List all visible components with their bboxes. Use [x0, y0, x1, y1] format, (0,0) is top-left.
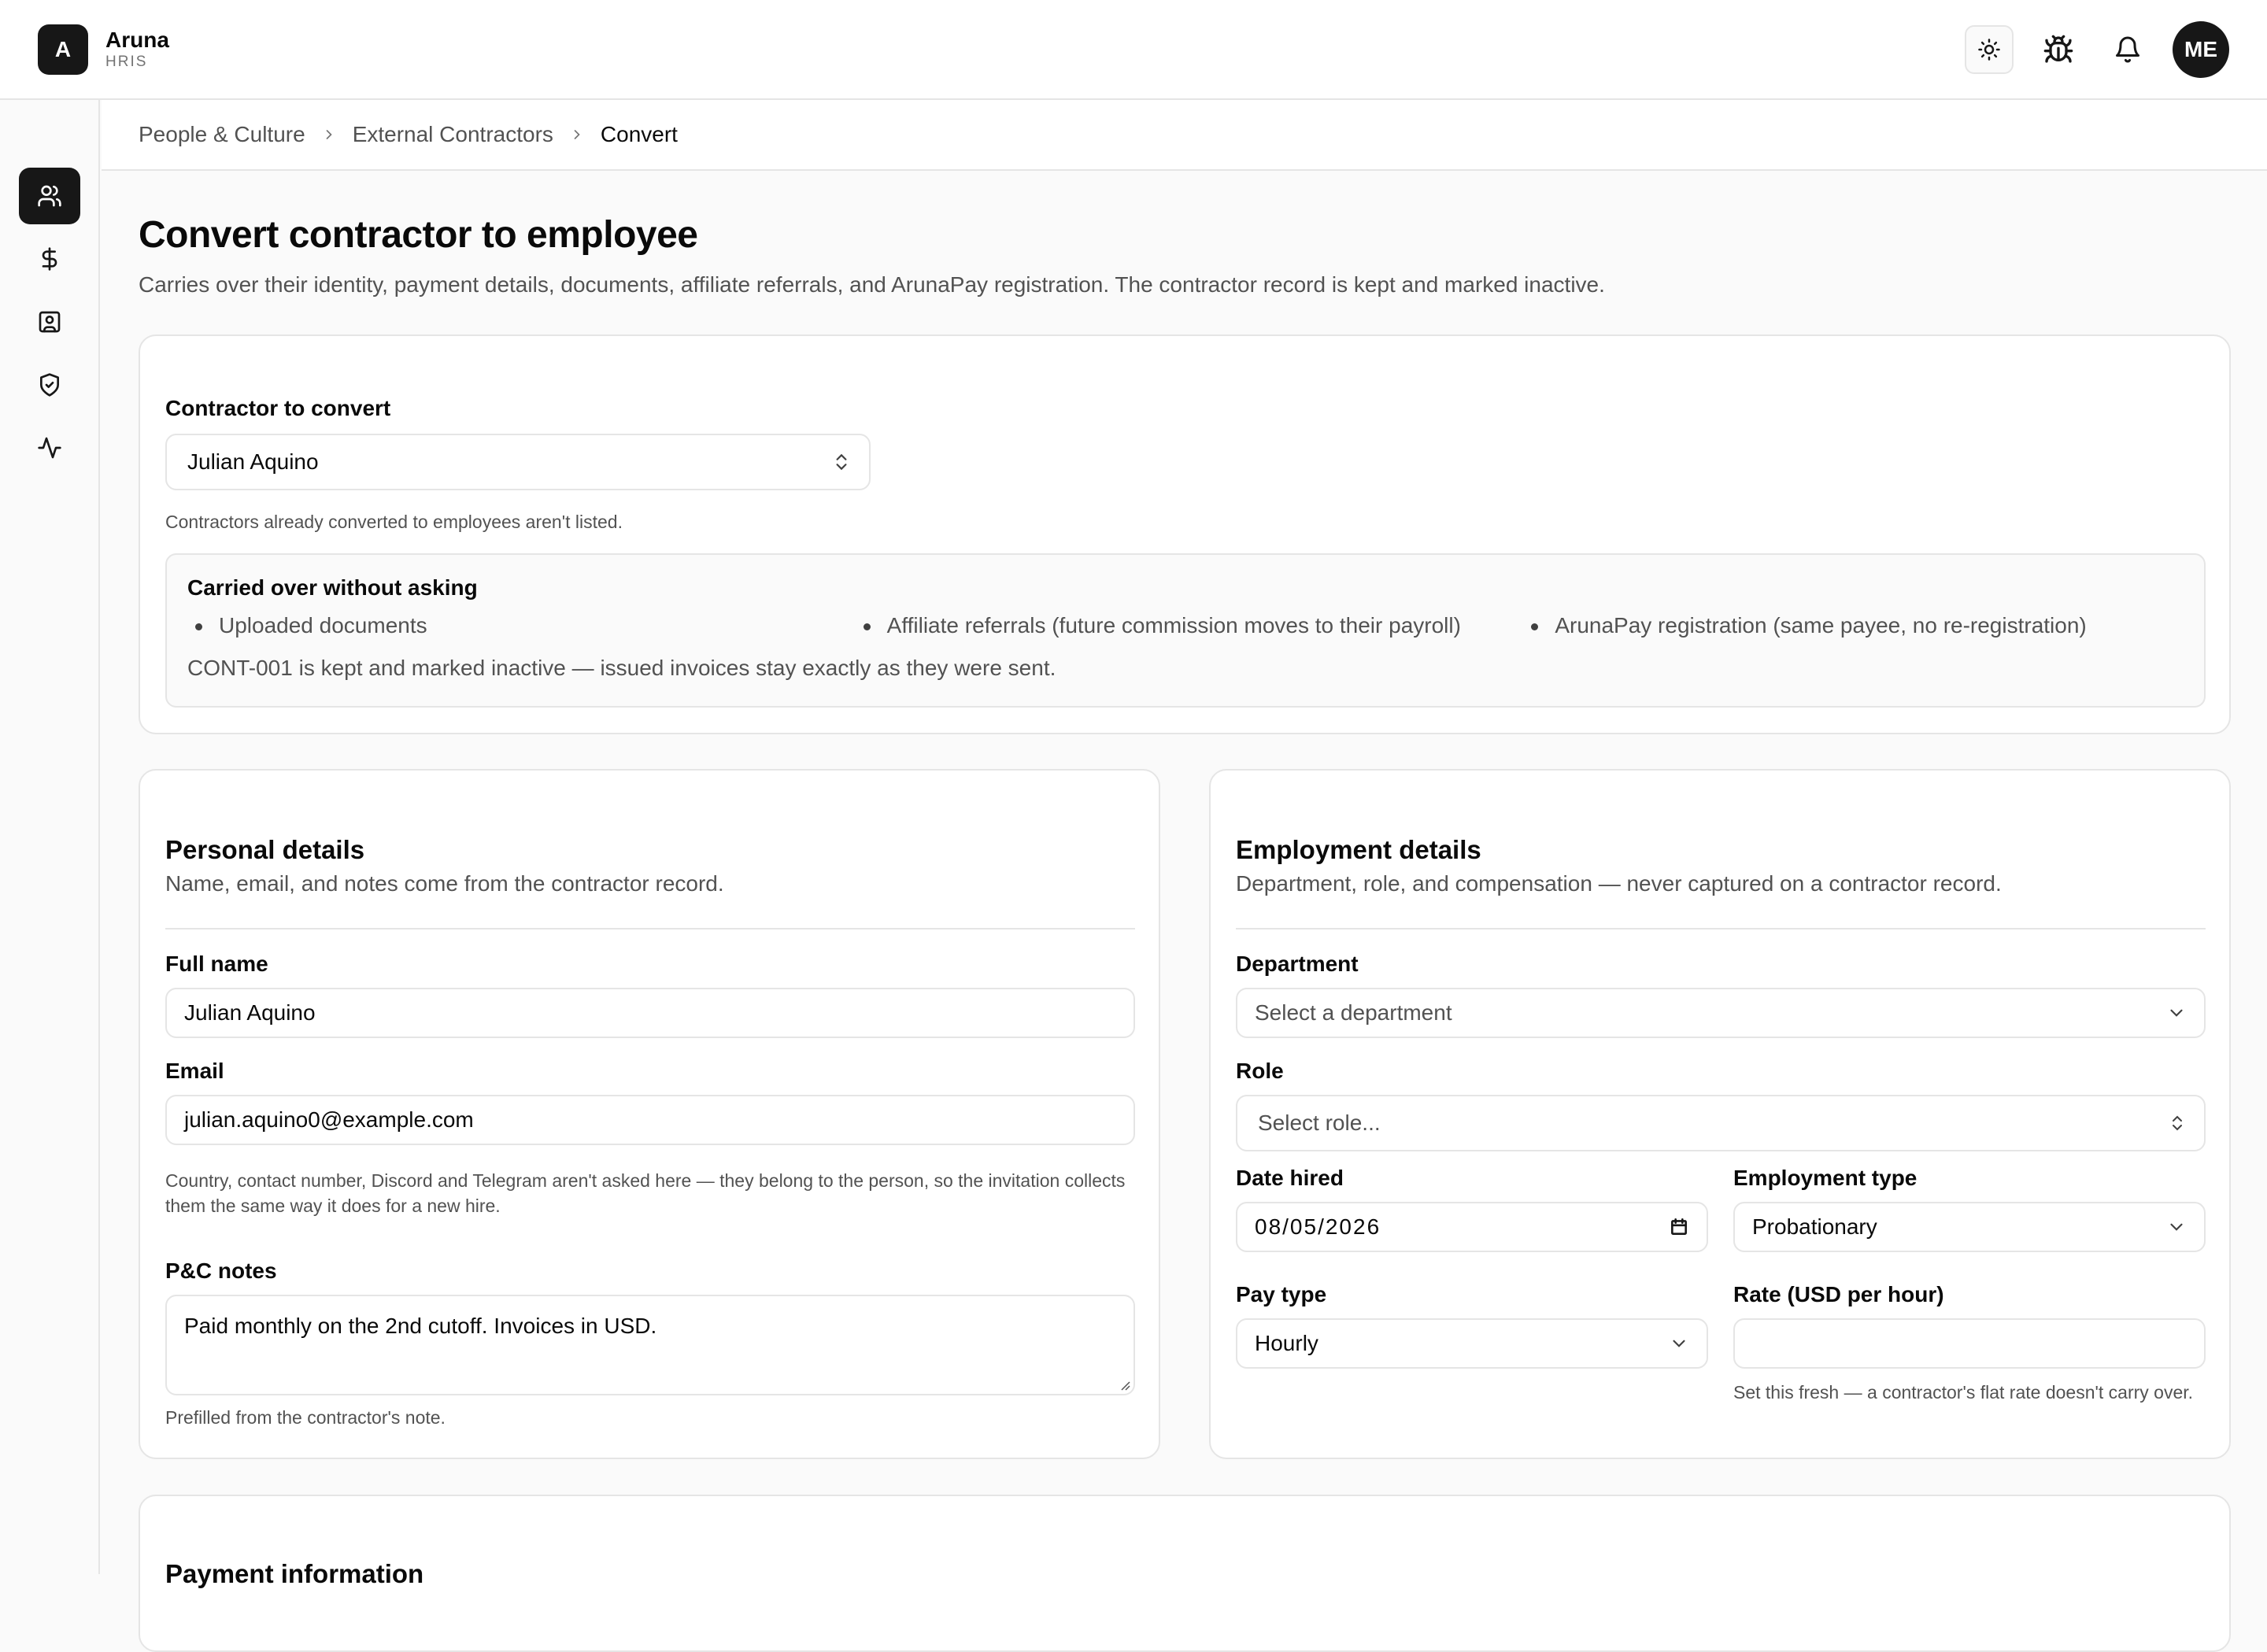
sidebar — [0, 100, 100, 1574]
pay-type-label: Pay type — [1236, 1282, 1327, 1306]
divider — [165, 928, 1135, 929]
brand-subtitle: HRIS — [105, 53, 148, 70]
payment-information-card: Payment information — [139, 1495, 2231, 1652]
rate-help: Set this fresh — a contractor's flat rat… — [1733, 1382, 2194, 1403]
role-select[interactable]: Select role... — [1236, 1095, 2206, 1151]
employment-type-select[interactable]: Probationary — [1733, 1202, 2206, 1252]
notes-value: Paid monthly on the 2nd cutoff. Invoices… — [184, 1314, 657, 1338]
breadcrumb: People & Culture External Contractors Co… — [102, 100, 2267, 171]
brand-logo: A — [38, 24, 88, 75]
carried-over-title: Carried over without asking — [187, 575, 478, 600]
personal-details-title: Personal details — [165, 835, 365, 864]
rate-label: Rate (USD per hour) — [1733, 1282, 1944, 1306]
breadcrumb-people-culture[interactable]: People & Culture — [139, 122, 305, 147]
sidebar-item-directory[interactable] — [19, 294, 80, 350]
contractor-select[interactable]: Julian Aquino — [165, 434, 871, 490]
full-name-label: Full name — [165, 952, 268, 976]
chevrons-up-down-icon — [2168, 1114, 2187, 1133]
bug-icon — [2043, 35, 2073, 63]
breadcrumb-external-contractors[interactable]: External Contractors — [353, 122, 553, 147]
top-bar: A Aruna HRIS ME — [0, 0, 2267, 100]
bell-icon — [2116, 36, 2139, 62]
email-value: julian.aquino0@example.com — [184, 1107, 474, 1132]
activity-icon — [37, 437, 61, 459]
contact-help: Country, contact number, Discord and Tel… — [165, 1170, 1126, 1216]
carried-over-footnote: CONT-001 is kept and marked inactive — i… — [187, 656, 1056, 680]
theme-toggle-button[interactable] — [1965, 24, 2014, 74]
pay-type-select[interactable]: Hourly — [1236, 1318, 1708, 1369]
email-input[interactable]: julian.aquino0@example.com — [165, 1095, 1135, 1145]
personal-details-card: Personal details Name, email, and notes … — [139, 769, 1160, 1459]
chevron-right-icon — [321, 127, 337, 142]
chevron-right-icon — [569, 127, 585, 142]
main-content: Convert contractor to employee Carries o… — [139, 171, 2231, 1652]
chevrons-up-down-icon — [831, 452, 852, 472]
resize-handle-icon[interactable] — [1118, 1378, 1130, 1391]
user-avatar[interactable]: ME — [2173, 20, 2229, 78]
page-subtitle: Carries over their identity, payment det… — [139, 272, 1605, 297]
carried-over-list: Uploaded documents Affiliate referrals (… — [187, 613, 2184, 638]
contractor-label: Contractor to convert — [165, 396, 391, 420]
employment-details-card: Employment details Department, role, and… — [1209, 769, 2231, 1459]
shield-check-icon — [39, 373, 59, 397]
department-label: Department — [1236, 952, 1359, 976]
notes-label: P&C notes — [165, 1258, 277, 1283]
carried-over-box: Carried over without asking Uploaded doc… — [165, 553, 2206, 708]
personal-details-subtitle: Name, email, and notes come from the con… — [165, 871, 724, 896]
date-hired-label: Date hired — [1236, 1166, 1344, 1190]
department-select[interactable]: Select a department — [1236, 988, 2206, 1038]
calendar-icon[interactable] — [1669, 1217, 1689, 1237]
sidebar-item-payroll[interactable] — [19, 231, 80, 287]
pay-type-value: Hourly — [1255, 1331, 1318, 1355]
page-title: Convert contractor to employee — [139, 214, 698, 256]
rate-input[interactable] — [1733, 1318, 2206, 1369]
top-actions: ME — [1965, 20, 2229, 78]
role-label: Role — [1236, 1059, 1284, 1083]
sidebar-item-compliance[interactable] — [19, 357, 80, 413]
employment-details-subtitle: Department, role, and compensation — nev… — [1236, 871, 2002, 896]
full-name-input[interactable]: Julian Aquino — [165, 988, 1135, 1038]
carried-item-referrals: Affiliate referrals (future commission m… — [856, 613, 1524, 638]
contractor-select-value: Julian Aquino — [187, 449, 319, 474]
contractor-card: Contractor to convert Julian Aquino Cont… — [139, 334, 2231, 734]
contact-card-icon — [39, 311, 60, 333]
brand-name: Aruna — [105, 27, 169, 52]
date-hired-input[interactable]: 08/05/2026 — [1236, 1202, 1708, 1252]
date-hired-value: 08/05/2026 — [1255, 1214, 1381, 1239]
divider — [1236, 928, 2206, 929]
breadcrumb-current: Convert — [600, 122, 678, 146]
sun-icon — [1978, 38, 2000, 61]
sidebar-item-people[interactable] — [18, 168, 80, 224]
employment-type-value: Probationary — [1752, 1214, 1877, 1239]
notifications-button[interactable] — [2103, 25, 2152, 74]
chevron-down-icon — [2166, 1217, 2187, 1237]
contractor-help: Contractors already converted to employe… — [165, 512, 623, 532]
chevron-down-icon — [2166, 1003, 2187, 1023]
brand[interactable]: A Aruna HRIS — [38, 24, 169, 75]
users-icon — [37, 185, 61, 207]
employment-type-label: Employment type — [1733, 1166, 1918, 1190]
employment-details-title: Employment details — [1236, 835, 1481, 864]
role-placeholder: Select role... — [1258, 1111, 1381, 1135]
payment-information-title: Payment information — [165, 1559, 424, 1588]
report-bug-button[interactable] — [2034, 25, 2083, 74]
carried-item-documents: Uploaded documents — [187, 613, 856, 638]
email-label: Email — [165, 1059, 224, 1083]
full-name-value: Julian Aquino — [184, 1000, 316, 1025]
department-placeholder: Select a department — [1255, 1000, 1452, 1025]
chevron-down-icon — [1669, 1333, 1689, 1354]
sidebar-item-activity[interactable] — [19, 419, 80, 476]
dollar-icon — [42, 247, 57, 271]
notes-textarea[interactable]: Paid monthly on the 2nd cutoff. Invoices… — [165, 1295, 1135, 1395]
carried-item-arunapay: ArunaPay registration (same payee, no re… — [1523, 613, 2184, 638]
notes-help: Prefilled from the contractor's note. — [165, 1407, 446, 1428]
